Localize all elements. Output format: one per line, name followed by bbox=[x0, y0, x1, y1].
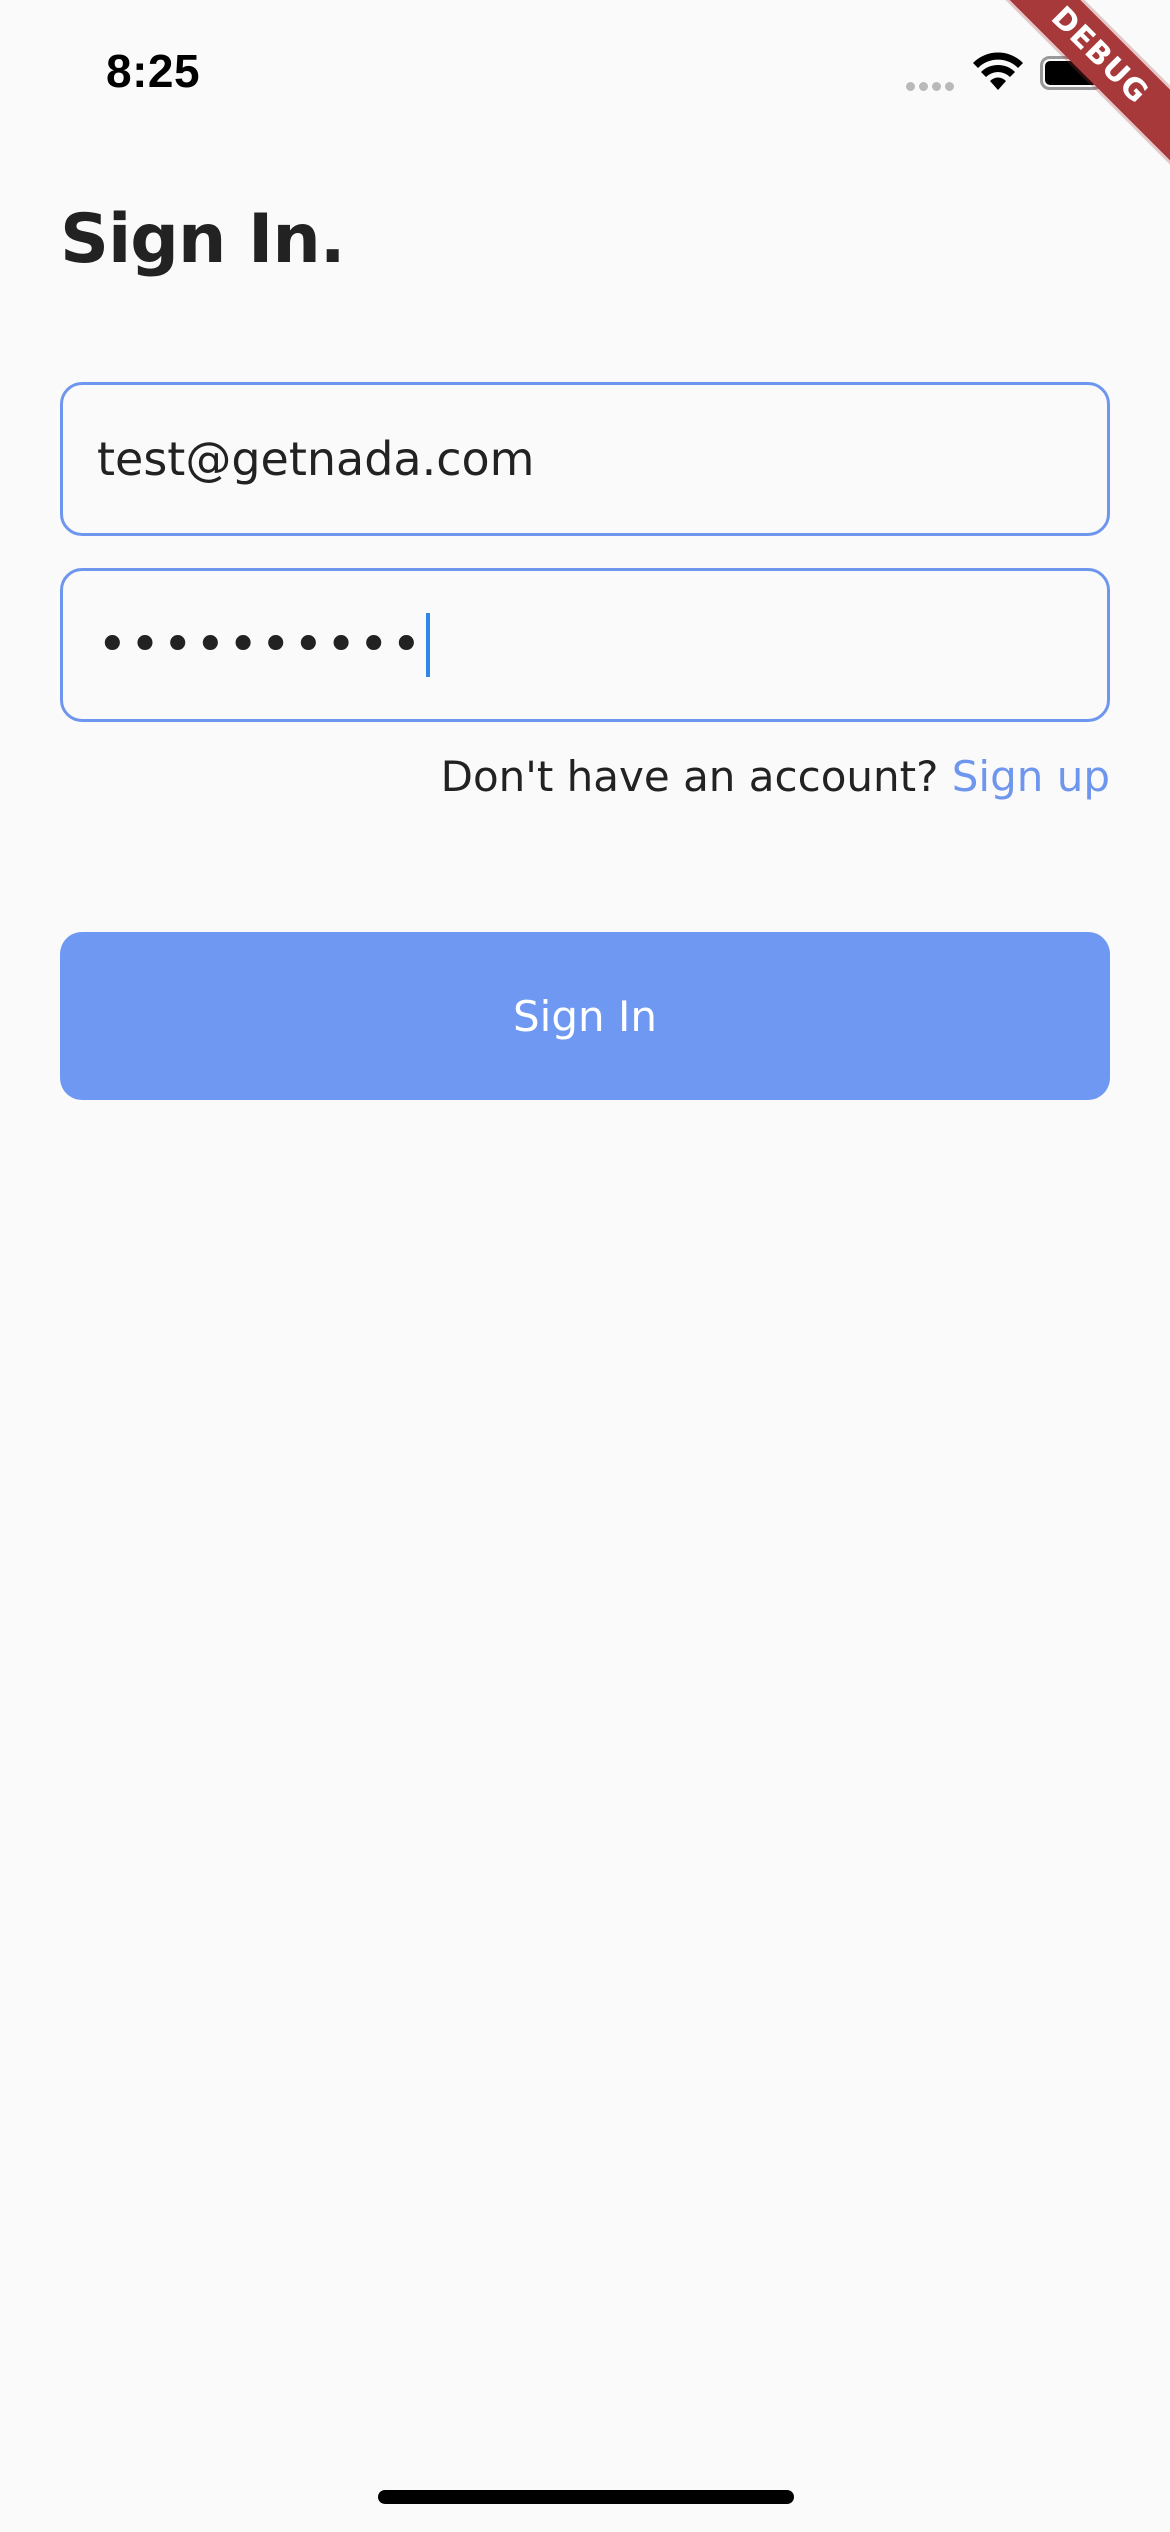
signup-link[interactable]: Sign up bbox=[952, 752, 1110, 801]
signin-button[interactable]: Sign In bbox=[60, 932, 1110, 1100]
signal-dots-icon bbox=[906, 82, 954, 91]
home-indicator[interactable] bbox=[378, 2490, 794, 2504]
email-input[interactable] bbox=[97, 432, 1107, 486]
signup-row: Don't have an account? Sign up bbox=[441, 752, 1110, 801]
password-field[interactable]: •••••••••• bbox=[60, 568, 1110, 722]
page-title: Sign In. bbox=[60, 200, 346, 279]
signup-prompt: Don't have an account? bbox=[440, 752, 952, 801]
debug-ribbon: DEBUG bbox=[955, 0, 1170, 200]
status-time: 8:25 bbox=[106, 45, 201, 97]
wifi-icon bbox=[973, 52, 1023, 90]
password-masked-value[interactable]: •••••••••• bbox=[97, 619, 424, 671]
email-field[interactable] bbox=[60, 382, 1110, 536]
text-caret bbox=[425, 613, 430, 677]
